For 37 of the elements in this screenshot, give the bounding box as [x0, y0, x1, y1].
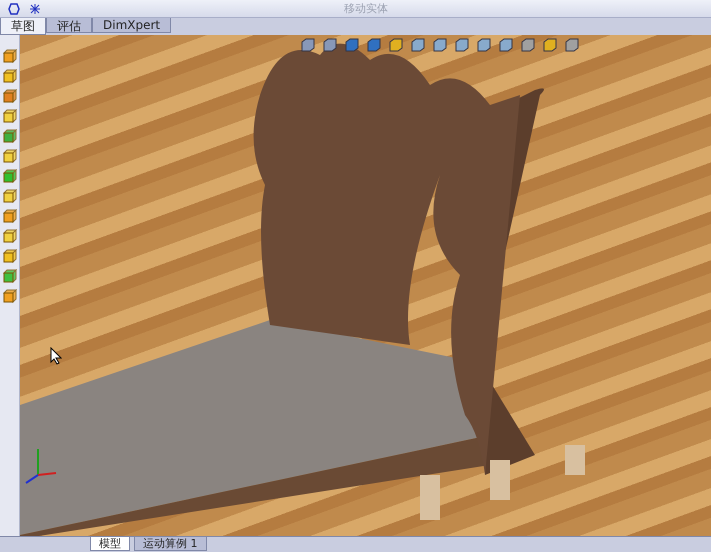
- block-tool-icon[interactable]: [2, 189, 16, 203]
- hexagon-icon[interactable]: [8, 2, 20, 14]
- asterisk-icon[interactable]: [30, 4, 40, 14]
- block-tool-icon[interactable]: [2, 269, 16, 283]
- view-tool-icon[interactable]: [498, 37, 514, 53]
- tab[interactable]: 运动算例 1: [134, 537, 206, 551]
- view-tool-icon[interactable]: [300, 37, 316, 53]
- view-tool-icon[interactable]: [542, 37, 558, 53]
- view-tool-icon[interactable]: [344, 37, 360, 53]
- mouse-cursor-icon: [50, 347, 62, 365]
- block-tool-icon[interactable]: [2, 249, 16, 263]
- tab[interactable]: 评估: [46, 18, 92, 33]
- tab[interactable]: 模型: [90, 537, 130, 551]
- block-tool-icon[interactable]: [2, 289, 16, 303]
- view-tool-icon[interactable]: [410, 37, 426, 53]
- block-tool-icon[interactable]: [2, 209, 16, 223]
- block-tool-icon[interactable]: [2, 69, 16, 83]
- tab[interactable]: DimXpert: [92, 18, 172, 33]
- block-tool-icon[interactable]: [2, 129, 16, 143]
- tab[interactable]: 草图: [0, 18, 46, 35]
- bed-leg: [565, 445, 585, 475]
- bed-leg: [420, 475, 440, 520]
- view-tool-icon[interactable]: [322, 37, 338, 53]
- block-tool-icon[interactable]: [2, 49, 16, 63]
- view-tool-icon[interactable]: [366, 37, 382, 53]
- block-tool-icon[interactable]: [2, 89, 16, 103]
- view-tool-icon[interactable]: [432, 37, 448, 53]
- view-tool-icon[interactable]: [520, 37, 536, 53]
- bed-leg: [490, 460, 510, 500]
- block-tool-icon[interactable]: [2, 109, 16, 123]
- view-tool-icon[interactable]: [564, 37, 580, 53]
- block-tool-icon[interactable]: [2, 169, 16, 183]
- view-tool-icon[interactable]: [476, 37, 492, 53]
- block-tool-icon[interactable]: [2, 149, 16, 163]
- view-tool-icon[interactable]: [454, 37, 470, 53]
- view-tool-icon[interactable]: [388, 37, 404, 53]
- block-tool-icon[interactable]: [2, 229, 16, 243]
